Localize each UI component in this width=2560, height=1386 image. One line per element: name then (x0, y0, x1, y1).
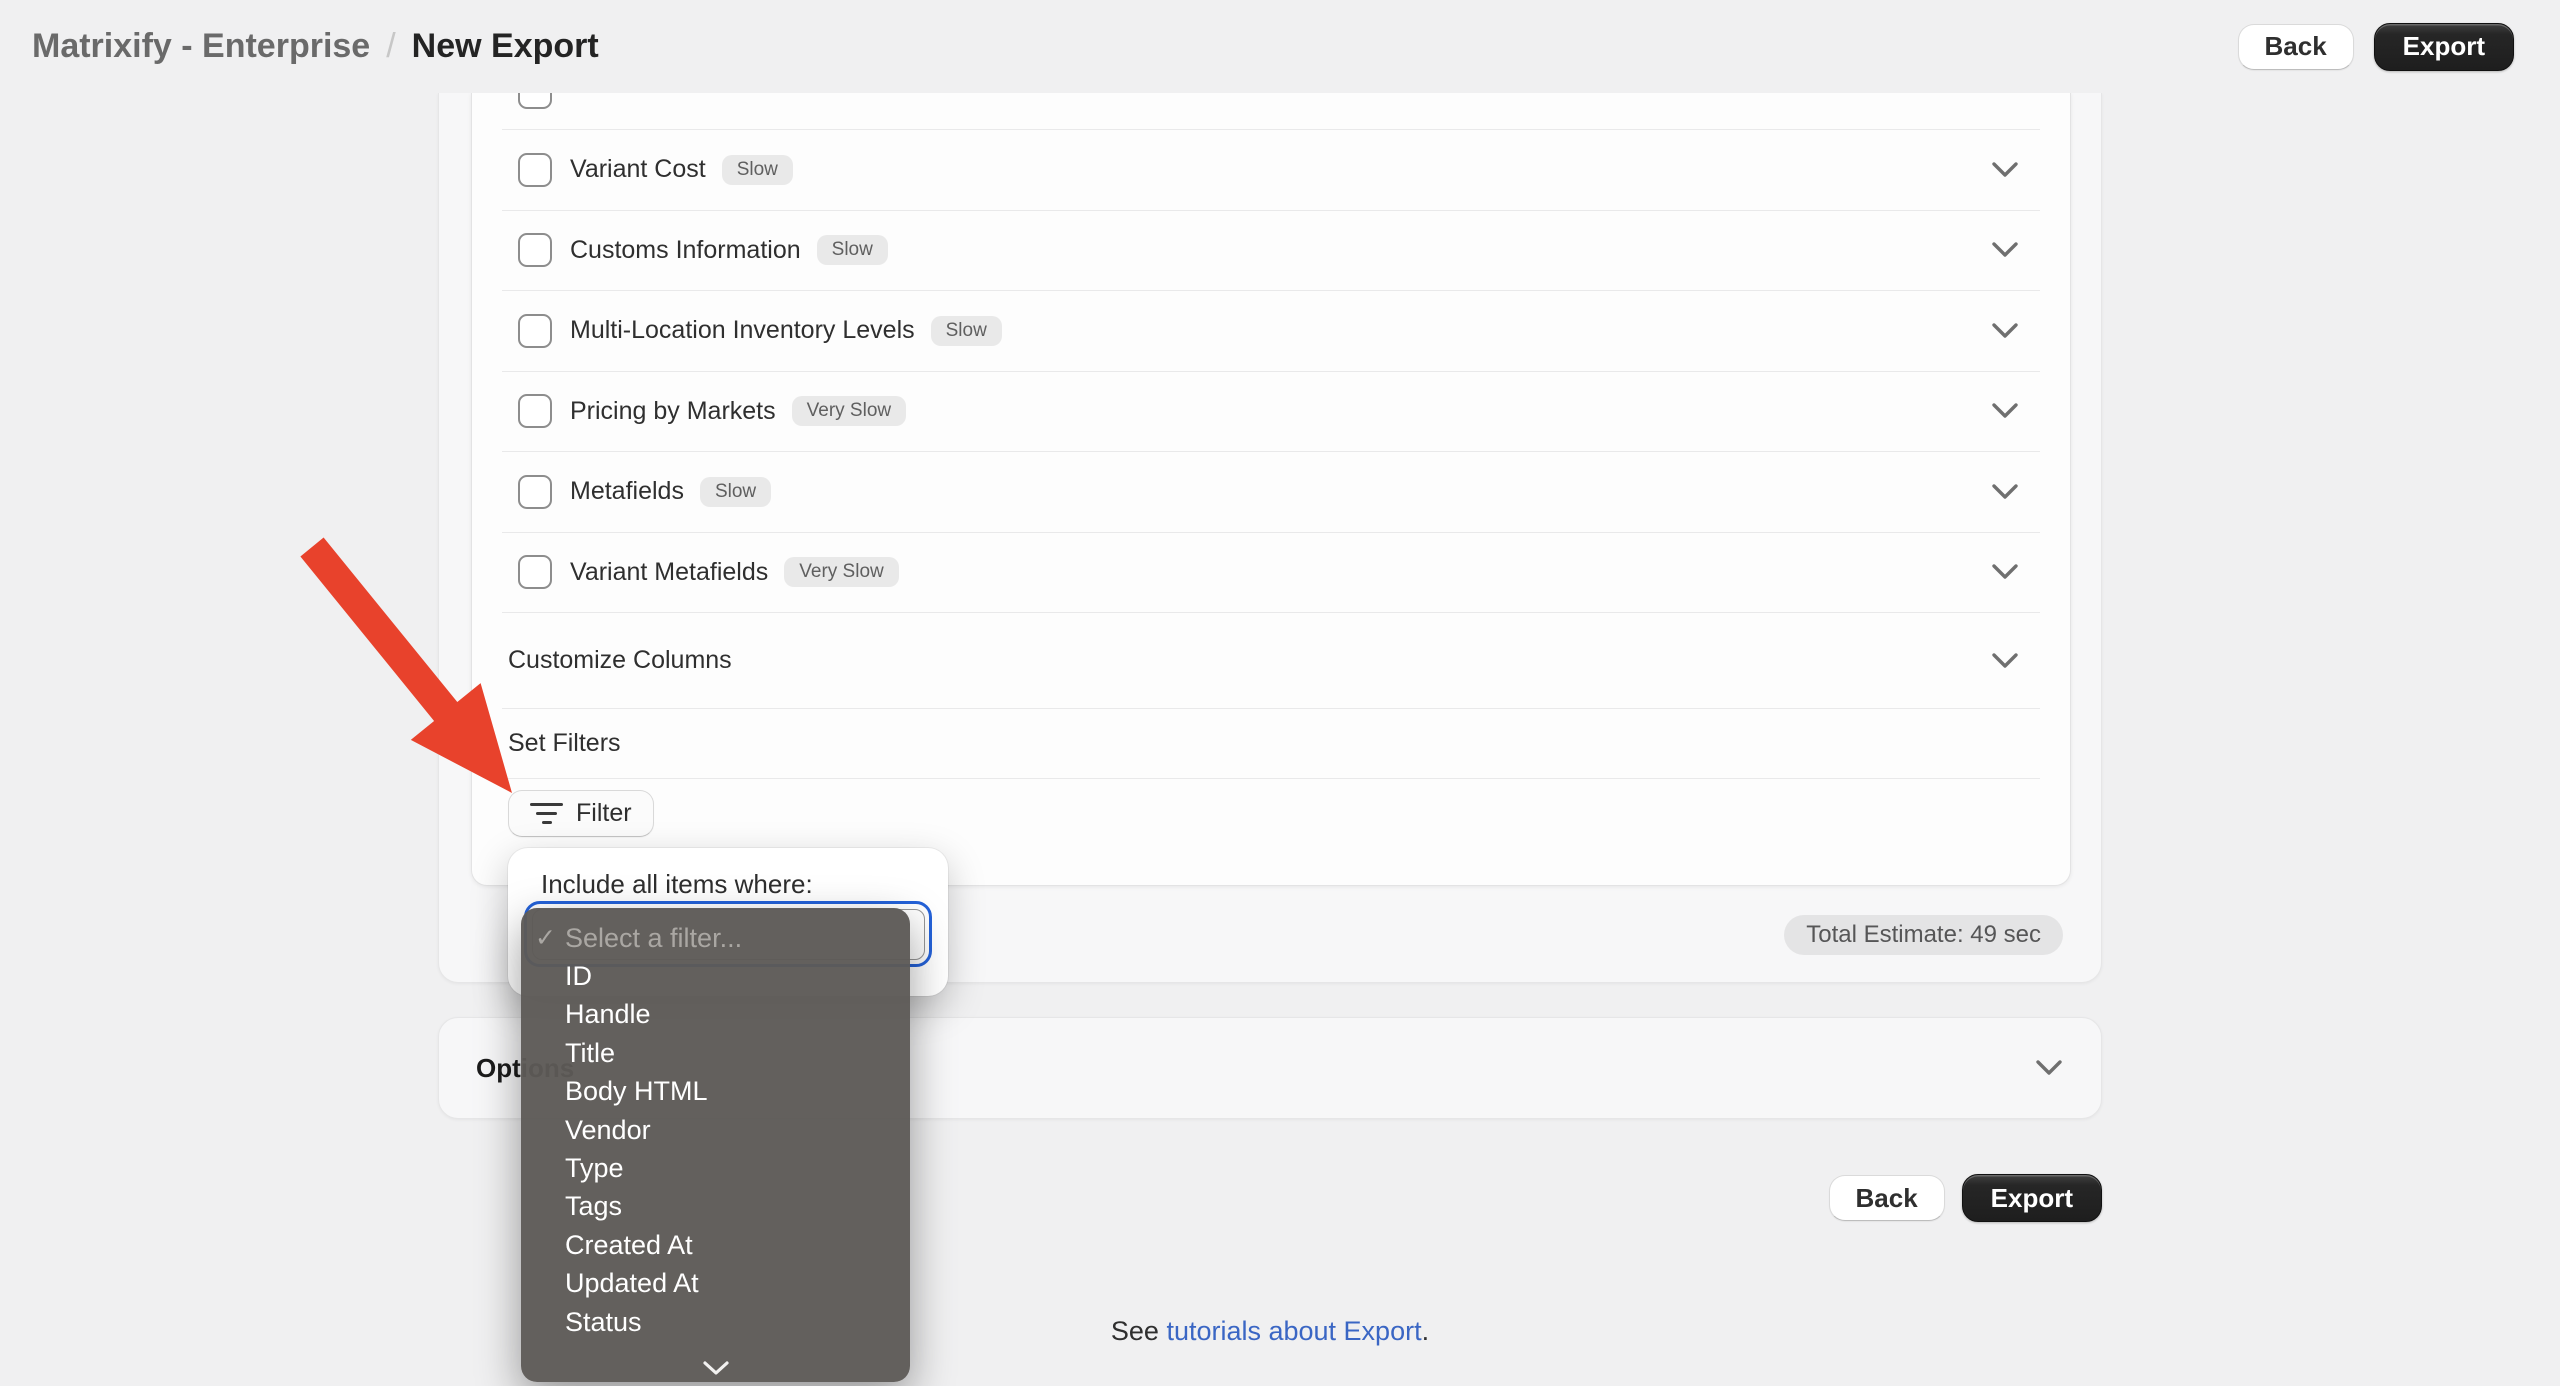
customize-columns-row[interactable]: Customize Columns (502, 613, 2040, 709)
dropdown-item[interactable]: Created At (521, 1226, 910, 1264)
chevron-down-icon[interactable] (1990, 562, 2020, 582)
dropdown-item-placeholder[interactable]: ✓ Select a filter... (521, 919, 910, 957)
dropdown-items: IDHandleTitleBody HTMLVendorTypeTagsCrea… (521, 957, 910, 1341)
export-option-row: Metafields Slow (502, 452, 2040, 533)
partial-option-row (502, 93, 2040, 130)
speed-badge: Slow (931, 316, 1002, 346)
filter-button-row: Filter (502, 790, 2040, 837)
option-checkbox[interactable] (518, 475, 552, 509)
breadcrumb: Matrixify - Enterprise / New Export (32, 27, 599, 66)
back-button-bottom[interactable]: Back (1829, 1175, 1945, 1221)
matrixify-new-export-page: Matrixify - Enterprise / New Export Back… (0, 0, 2560, 1386)
export-option-row: Pricing by Markets Very Slow (502, 372, 2040, 453)
dropdown-item[interactable]: ID (521, 957, 910, 995)
total-estimate-badge: Total Estimate: 49 sec (1784, 915, 2063, 955)
dropdown-item[interactable]: Tags (521, 1188, 910, 1226)
option-checkbox[interactable] (518, 555, 552, 589)
dropdown-item[interactable]: Updated At (521, 1265, 910, 1303)
filter-button-label: Filter (576, 799, 632, 828)
export-options-panel: Variant CostSlowCustoms InformationSlowM… (471, 93, 2071, 886)
export-option-row: Variant Cost Slow (502, 130, 2040, 211)
export-button-top[interactable]: Export (2374, 23, 2514, 71)
option-checkbox[interactable] (518, 233, 552, 267)
dropdown-placeholder-label: Select a filter... (565, 923, 742, 954)
option-checkbox[interactable] (518, 314, 552, 348)
speed-badge: Very Slow (792, 396, 906, 426)
export-option-rows: Variant CostSlowCustoms InformationSlowM… (502, 130, 2040, 613)
filter-icon (530, 803, 563, 825)
speed-badge: Slow (817, 235, 888, 265)
set-filters-label: Set Filters (508, 729, 621, 758)
export-button-bottom[interactable]: Export (1962, 1174, 2102, 1222)
dropdown-item[interactable]: Type (521, 1149, 910, 1187)
help-suffix: . (1422, 1316, 1430, 1346)
dropdown-item[interactable]: Handle (521, 996, 910, 1034)
help-prefix: See (1111, 1316, 1167, 1346)
option-label: Customs Information (570, 236, 801, 265)
chevron-down-icon[interactable] (1990, 160, 2020, 180)
page-header: Matrixify - Enterprise / New Export Back… (0, 0, 2560, 93)
scroll-down-chevron-icon[interactable] (702, 1360, 730, 1376)
customize-columns-label: Customize Columns (508, 646, 732, 675)
breadcrumb-separator: / (386, 27, 395, 66)
page-title: New Export (412, 27, 599, 66)
option-label: Metafields (570, 477, 684, 506)
option-label: Pricing by Markets (570, 397, 776, 426)
dropdown-item[interactable]: Title (521, 1034, 910, 1072)
export-option-row: Multi-Location Inventory Levels Slow (502, 291, 2040, 372)
chevron-down-icon[interactable] (1990, 482, 2020, 502)
speed-badge: Slow (722, 155, 793, 185)
dropdown-item[interactable]: Status (521, 1303, 910, 1341)
tutorials-link[interactable]: tutorials about Export (1166, 1316, 1421, 1346)
chevron-down-icon[interactable] (1990, 321, 2020, 341)
option-label: Variant Cost (570, 155, 706, 184)
chevron-down-icon[interactable] (1990, 651, 2020, 671)
chevron-down-icon (2034, 1058, 2064, 1078)
dropdown-item[interactable]: Vendor (521, 1111, 910, 1149)
set-filters-row: Set Filters (502, 709, 2040, 779)
back-button-top[interactable]: Back (2238, 24, 2354, 70)
option-checkbox[interactable] (518, 394, 552, 428)
check-icon: ✓ (535, 923, 556, 953)
chevron-down-icon[interactable] (1990, 240, 2020, 260)
breadcrumb-app-title[interactable]: Matrixify - Enterprise (32, 27, 370, 66)
filter-button[interactable]: Filter (508, 790, 654, 837)
export-option-row: Variant Metafields Very Slow (502, 533, 2040, 614)
speed-badge: Slow (700, 477, 771, 507)
dropdown-item[interactable]: Body HTML (521, 1073, 910, 1111)
export-option-row: Customs Information Slow (502, 211, 2040, 292)
speed-badge: Very Slow (784, 557, 898, 587)
filter-popover-title: Include all items where: (541, 869, 813, 900)
option-checkbox[interactable] (518, 153, 552, 187)
chevron-down-icon[interactable] (1990, 401, 2020, 421)
checkbox-partial[interactable] (518, 93, 552, 109)
header-actions: Back Export (2238, 23, 2515, 71)
footer-actions: Back Export (1829, 1174, 2103, 1222)
option-label: Multi-Location Inventory Levels (570, 316, 915, 345)
option-label: Variant Metafields (570, 558, 768, 587)
filter-dropdown-menu: ✓ Select a filter... IDHandleTitleBody H… (521, 908, 910, 1382)
